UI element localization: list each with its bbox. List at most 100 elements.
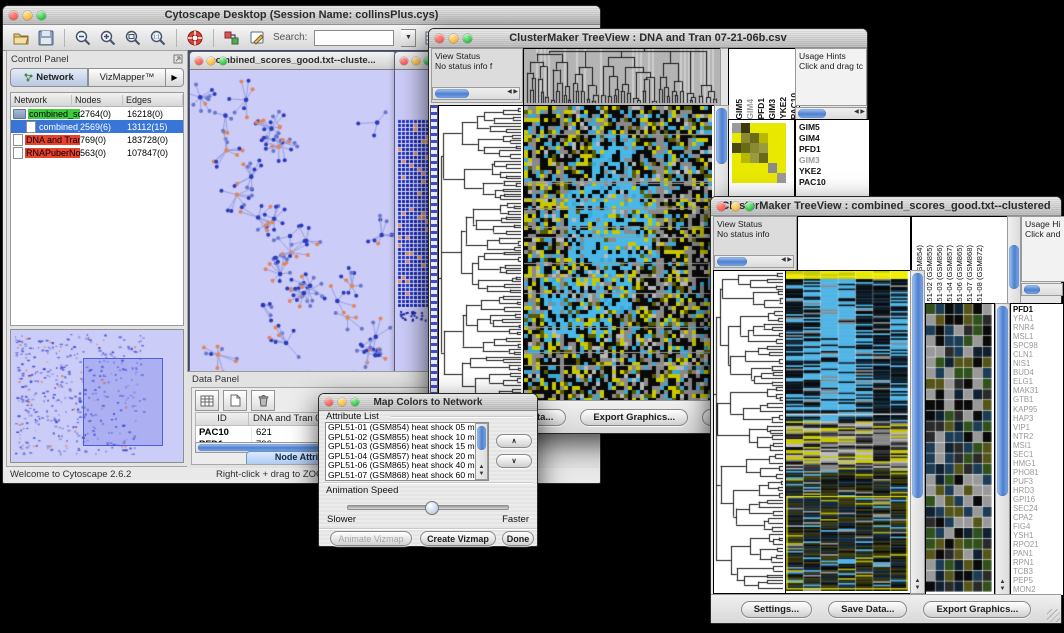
select-attributes-icon[interactable]	[195, 390, 219, 411]
network-tree-row[interactable]: DNA and Tran 07769(0)183728(0)	[11, 133, 183, 146]
network-tree-row[interactable]: combined_scores_2764(0)16218(0)	[11, 107, 183, 120]
row-label[interactable]: GIM4	[799, 133, 869, 144]
zoom-button[interactable]	[463, 34, 472, 43]
done-button[interactable]: Done	[502, 531, 534, 546]
dialog-titlebar[interactable]: Map Colors to Network	[319, 394, 537, 411]
new-attribute-icon[interactable]	[223, 390, 247, 411]
open-file-icon[interactable]	[12, 29, 30, 47]
close-button[interactable]	[717, 202, 726, 211]
matrix-cell[interactable]	[768, 123, 777, 133]
network-view-canvas[interactable]	[190, 70, 394, 371]
gene-label[interactable]: SPC98	[1013, 341, 1063, 350]
matrix-cell[interactable]	[750, 133, 759, 143]
zoom-selected-icon[interactable]	[124, 29, 142, 47]
matrix-cell[interactable]	[732, 123, 741, 133]
matrix-cell[interactable]	[732, 173, 741, 183]
gene-label[interactable]: VIP1	[1013, 423, 1063, 432]
row-dendrogram[interactable]	[713, 270, 786, 594]
matrix-cell[interactable]	[741, 153, 750, 163]
zoom-button[interactable]	[219, 57, 227, 65]
gene-label[interactable]: MSL1	[1013, 332, 1063, 341]
gene-label[interactable]: MSI1	[1013, 441, 1063, 450]
matrix-cell[interactable]	[777, 163, 786, 173]
network-tree-row[interactable]: RNAPuberNov2+563(0)107847(0)	[11, 146, 183, 159]
gene-label[interactable]: RPO21	[1013, 540, 1063, 549]
gene-label[interactable]: HRD3	[1013, 486, 1063, 495]
matrix-cell[interactable]	[741, 133, 750, 143]
network-view-titlebar[interactable]: combined_scores_good.txt--cluste...	[190, 52, 396, 70]
gene-label[interactable]: PAN1	[1013, 549, 1063, 558]
move-down-button[interactable]: ∨	[496, 454, 532, 468]
header-id[interactable]: ID	[196, 413, 249, 425]
settings-button[interactable]: Settings...	[741, 601, 812, 618]
animation-speed-slider[interactable]	[347, 505, 509, 510]
zoom-fit-icon[interactable]: 1:1	[149, 29, 167, 47]
create-vizmap-button[interactable]: Create Vizmap	[420, 531, 496, 546]
matrix-cell[interactable]	[741, 163, 750, 173]
gene-label[interactable]: CLN1	[1013, 350, 1063, 359]
treeview1-titlebar[interactable]: ClusterMaker TreeView : DNA and Tran 07-…	[429, 29, 867, 48]
zoom-button[interactable]	[745, 202, 754, 211]
matrix-cell[interactable]	[759, 173, 768, 183]
network-tree-row[interactable]: combined_sco2569(6)13112(15)	[11, 120, 183, 133]
correlation-matrix[interactable]	[732, 123, 786, 183]
save-data-button[interactable]: Save Data...	[828, 601, 907, 618]
matrix-cell[interactable]	[750, 123, 759, 133]
heatmap-zoom-panel[interactable]	[925, 303, 995, 595]
column-dendrogram[interactable]	[523, 48, 721, 106]
export-graphics-button[interactable]: Export Graphics...	[923, 601, 1031, 618]
matrix-cell[interactable]	[759, 143, 768, 153]
matrix-cell[interactable]	[750, 153, 759, 163]
matrix-cell[interactable]	[759, 163, 768, 173]
status-panel-scrollbar[interactable]: ◀ ▶	[432, 87, 520, 100]
gene-label[interactable]: SEC1	[1013, 450, 1063, 459]
status-panel-scrollbar[interactable]: ◀ ▶	[714, 255, 794, 268]
gene-label[interactable]: KAP95	[1013, 405, 1063, 414]
search-dropdown-button[interactable]: ▼	[401, 29, 416, 47]
minimize-button[interactable]	[449, 34, 458, 43]
resize-grip[interactable]	[1047, 609, 1060, 622]
matrix-cell[interactable]	[759, 133, 768, 143]
zoom-button[interactable]	[37, 11, 46, 20]
help-lifering-icon[interactable]	[186, 29, 204, 47]
header-nodes[interactable]: Nodes	[72, 95, 123, 105]
scrollbar-thumb[interactable]	[798, 109, 826, 118]
scrollbar-thumb[interactable]	[717, 257, 747, 266]
gene-label[interactable]: YRA1	[1013, 314, 1063, 323]
gene-label[interactable]: CPA2	[1013, 513, 1063, 522]
matrix-cell[interactable]	[777, 133, 786, 143]
gene-label[interactable]: GPI16	[1013, 495, 1063, 504]
column-label[interactable]: GIM3	[767, 99, 777, 119]
minimize-button[interactable]	[412, 57, 420, 65]
row-label[interactable]: PAC10	[799, 177, 869, 188]
minimize-button[interactable]	[338, 398, 346, 406]
gene-label[interactable]: NIS1	[1013, 359, 1063, 368]
gene-label[interactable]: TCB3	[1013, 567, 1063, 576]
matrix-cell[interactable]	[768, 143, 777, 153]
gene-label[interactable]: GTB1	[1013, 395, 1063, 404]
close-button[interactable]	[435, 34, 444, 43]
scrollbar-thumb[interactable]	[997, 306, 1008, 496]
gene-label[interactable]: RPN1	[1013, 558, 1063, 567]
tab-overflow-button[interactable]: ▶	[166, 68, 184, 87]
heatmap-main[interactable]	[523, 105, 715, 403]
zoom-panel-scrollbar[interactable]: ▲▼	[995, 303, 1010, 595]
matrix-cell[interactable]	[777, 123, 786, 133]
gene-label[interactable]: MAK31	[1013, 386, 1063, 395]
row-label[interactable]: GIM5	[799, 122, 869, 133]
gene-label[interactable]: PUF3	[1013, 477, 1063, 486]
column-label[interactable]: GIM5	[734, 99, 744, 119]
global-overview-strip[interactable]	[430, 105, 438, 403]
scrollbar-thumb[interactable]	[716, 108, 727, 164]
matrix-cell[interactable]	[768, 163, 777, 173]
matrix-cell[interactable]	[732, 153, 741, 163]
matrix-cell[interactable]	[741, 123, 750, 133]
main-window-titlebar[interactable]: Cytoscape Desktop (Session Name: collins…	[3, 6, 600, 25]
matrix-cell[interactable]	[768, 153, 777, 163]
column-label[interactable]: PFD1	[756, 98, 766, 119]
row-dendrogram[interactable]	[438, 105, 524, 403]
row-label[interactable]: GIM3	[799, 155, 869, 166]
close-button[interactable]	[400, 57, 408, 65]
zoom-button[interactable]	[351, 398, 359, 406]
scrollbar-thumb[interactable]	[1024, 285, 1040, 294]
